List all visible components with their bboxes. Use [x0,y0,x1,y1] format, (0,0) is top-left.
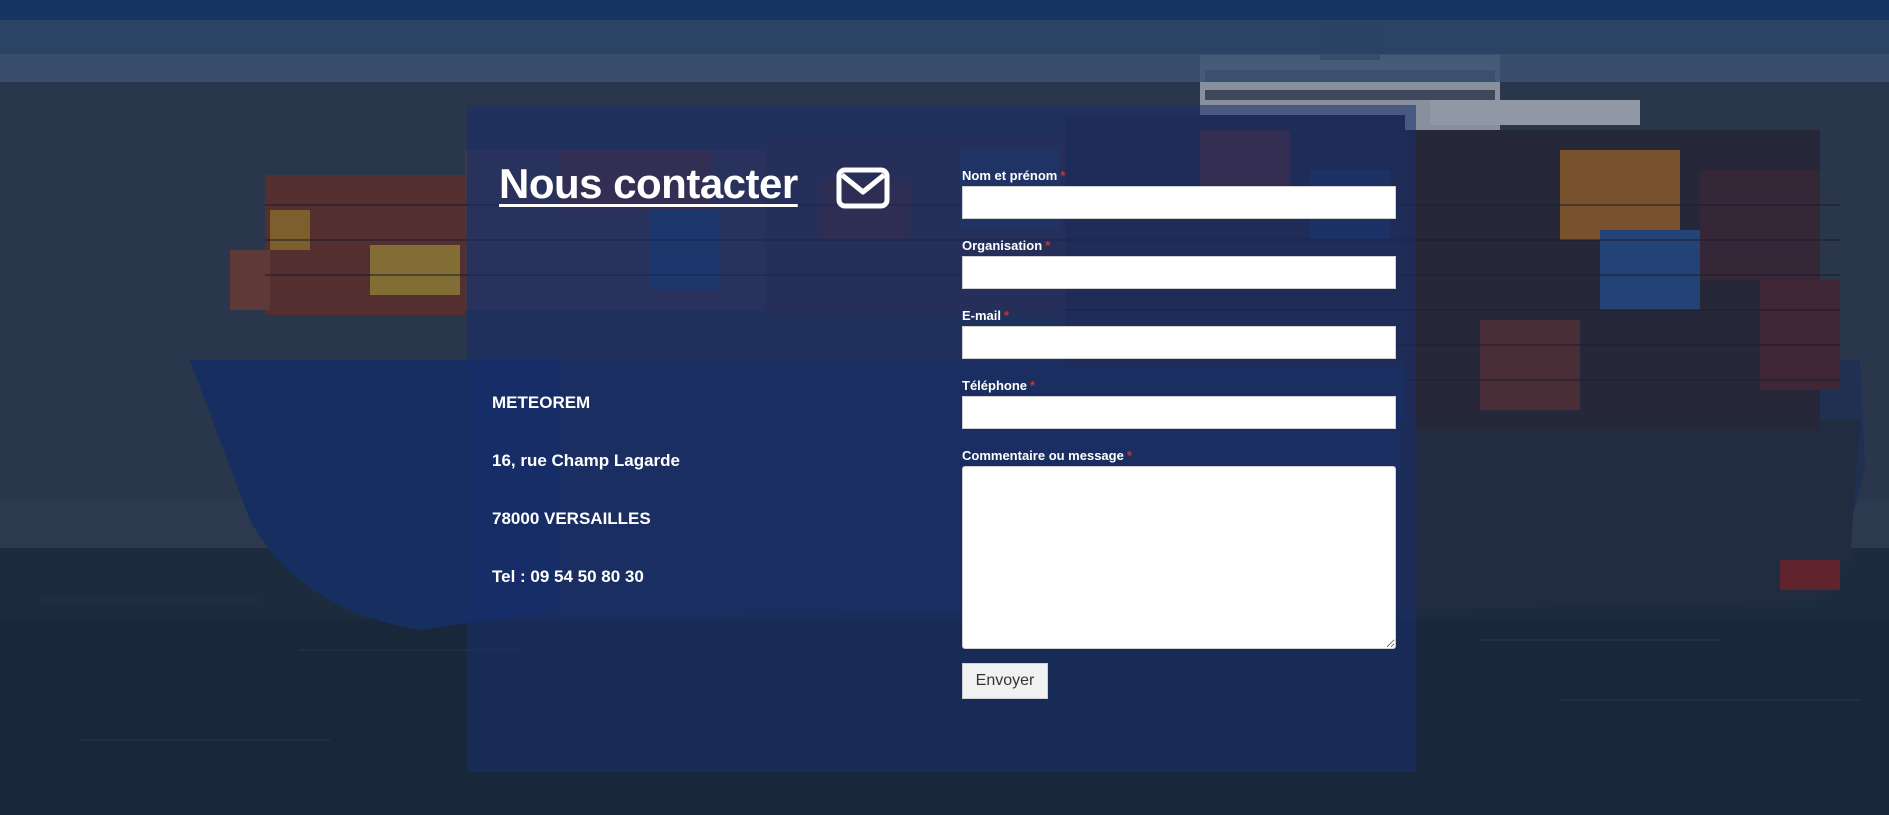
field-name: Nom et prénom * [962,168,1396,219]
name-input[interactable] [962,186,1396,219]
page-title: Nous contacter [499,160,798,207]
company-address: METEOREM 16, rue Champ Lagarde 78000 VER… [492,392,680,624]
field-phone: Téléphone * [962,378,1396,429]
top-band [0,20,1889,54]
city-address: 78000 VERSAILLES [492,509,651,528]
top-band [0,54,1889,82]
company-name: METEOREM [492,393,591,412]
required-star: * [1030,378,1036,393]
field-organisation: Organisation * [962,238,1396,289]
field-label: Organisation * [962,238,1396,256]
field-label: Téléphone * [962,378,1396,396]
field-email: E-mail * [962,308,1396,359]
phone-input[interactable] [962,396,1396,429]
field-label-text: E-mail [962,308,1002,323]
field-message: Commentaire ou message * [962,448,1396,649]
field-label-text: Commentaire ou message [962,448,1124,463]
top-band [0,0,1889,20]
contact-form: Nom et prénom * Organisation * E-mail * Tél… [962,168,1396,649]
envelope-icon [836,167,890,209]
required-star: * [1060,168,1066,183]
required-star: * [1045,238,1051,253]
field-label: Nom et prénom * [962,168,1396,186]
field-label-text: Organisation [962,238,1043,253]
field-label-text: Nom et prénom [962,168,1058,183]
field-label: E-mail * [962,308,1396,326]
phone-number: Tel : 09 54 50 80 30 [492,567,644,586]
email-input[interactable] [962,326,1396,359]
field-label: Commentaire ou message * [962,448,1396,466]
organisation-input[interactable] [962,256,1396,289]
contact-page: Nous contacter METEOREM 16, rue Champ La… [0,0,1889,815]
required-star: * [1004,308,1010,323]
contact-heading: Nous contacter [499,160,798,208]
submit-button[interactable]: Envoyer [962,663,1048,699]
message-textarea[interactable] [962,466,1396,649]
required-star: * [1126,448,1132,463]
street-address: 16, rue Champ Lagarde [492,451,681,470]
field-label-text: Téléphone [962,378,1028,393]
